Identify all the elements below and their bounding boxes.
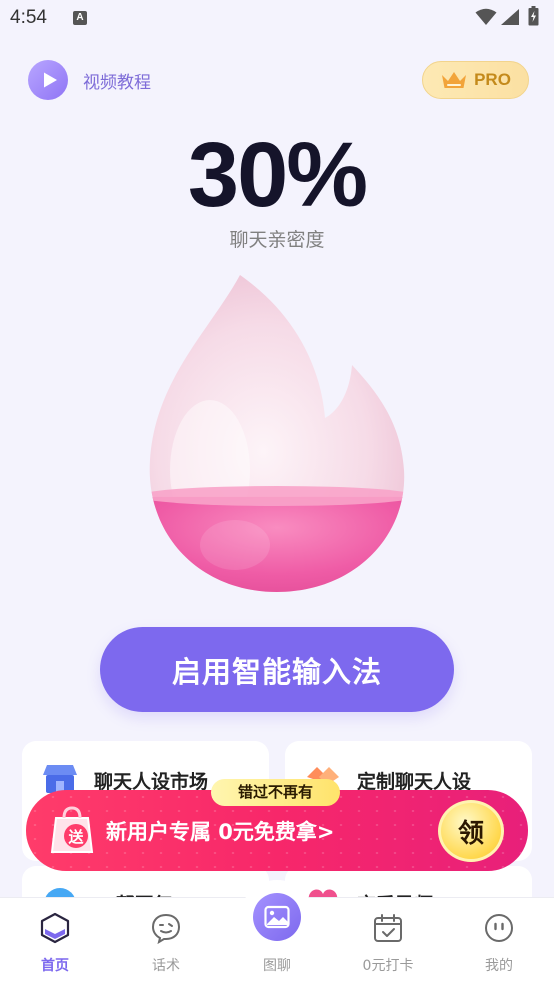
notification-a-icon: A	[73, 11, 87, 25]
home-icon	[40, 912, 70, 944]
claim-button[interactable]: 领	[438, 800, 504, 862]
tab-profile[interactable]: 我的	[449, 898, 549, 984]
intimacy-fill-level	[149, 496, 405, 592]
play-icon	[28, 60, 68, 100]
signal-icon	[501, 9, 519, 25]
video-tutorial-label: 视频教程	[83, 72, 151, 93]
tab-label: 首页	[41, 958, 69, 974]
battery-charging-icon	[528, 6, 539, 26]
promo-tag: 错过不再有	[211, 779, 340, 806]
pro-badge[interactable]: PRO	[422, 61, 529, 99]
tab-scripts[interactable]: 话术	[116, 898, 216, 984]
image-chat-button[interactable]	[253, 893, 301, 941]
profile-face-icon	[485, 914, 513, 942]
enable-smart-ime-button[interactable]: 启用智能输入法	[100, 627, 454, 712]
status-time: 4:54	[10, 7, 47, 28]
video-tutorial-link[interactable]: 视频教程	[28, 60, 151, 100]
image-icon	[264, 905, 290, 929]
gift-bag-icon: 送	[50, 806, 94, 853]
promo-text: 新用户专属 0元免费拿>	[106, 820, 335, 844]
tab-label: 0元打卡	[362, 958, 414, 974]
pro-label: PRO	[474, 70, 511, 89]
tab-label: 图聊	[263, 958, 291, 974]
tab-home[interactable]: 首页	[5, 898, 105, 984]
intimacy-flame-illustration	[149, 275, 405, 592]
status-bar: 4:54 A	[0, 0, 554, 36]
chat-face-icon	[151, 913, 181, 944]
intimacy-percent: 30%	[187, 124, 368, 226]
wifi-icon	[475, 8, 497, 25]
calendar-check-icon	[374, 914, 402, 942]
tab-label: 话术	[152, 958, 180, 974]
intimacy-label: 聊天亲密度	[229, 229, 325, 251]
gift-badge-text: 送	[67, 828, 84, 846]
crown-icon	[442, 72, 467, 88]
tab-checkin[interactable]: 0元打卡	[338, 898, 438, 984]
tab-label: 我的	[485, 958, 513, 974]
